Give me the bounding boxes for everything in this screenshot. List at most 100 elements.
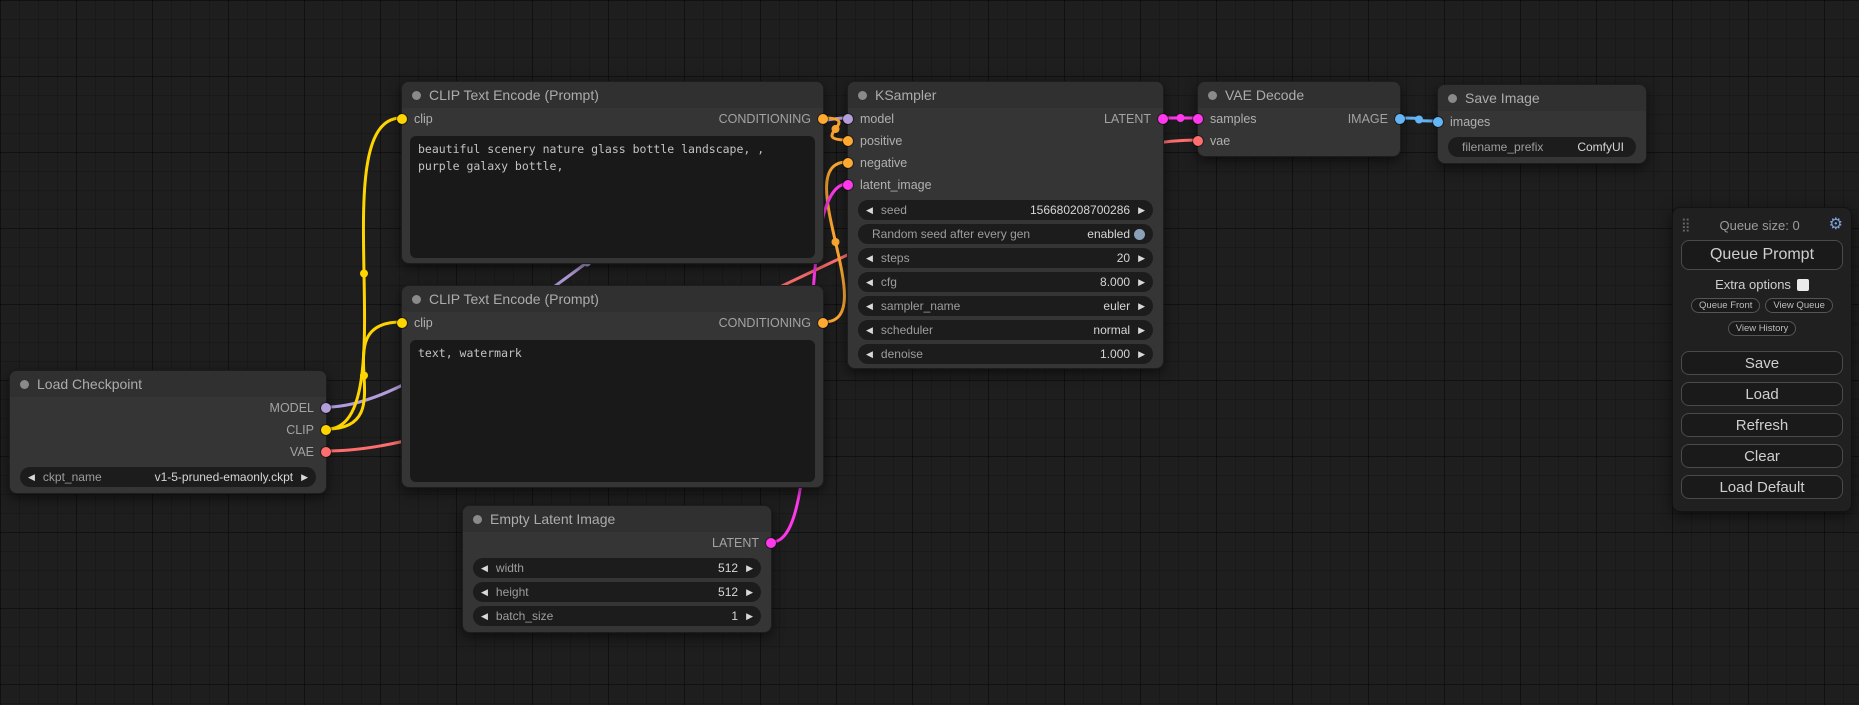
increment-arrow-icon[interactable]: ▶ xyxy=(1138,206,1145,215)
load-button[interactable]: Load xyxy=(1681,382,1843,406)
widget-label: Random seed after every gen xyxy=(872,227,1030,241)
increment-arrow-icon[interactable]: ▶ xyxy=(1138,278,1145,287)
input-port-negative[interactable] xyxy=(843,158,853,168)
widget-random-seed-toggle[interactable]: Random seed after every gen enabled xyxy=(858,224,1153,244)
input-port-model[interactable] xyxy=(843,114,853,124)
collapse-dot-icon[interactable] xyxy=(473,515,482,524)
widget-cfg[interactable]: ◀ cfg 8.000 ▶ xyxy=(858,272,1153,292)
refresh-button[interactable]: Refresh xyxy=(1681,413,1843,437)
node-title-bar[interactable]: VAE Decode xyxy=(1198,82,1400,108)
node-empty-latent-image[interactable]: Empty Latent Image LATENT ◀ width 512 ▶ … xyxy=(462,505,772,633)
increment-arrow-icon[interactable]: ▶ xyxy=(1138,254,1145,263)
prompt-textarea[interactable]: beautiful scenery nature glass bottle la… xyxy=(410,136,815,258)
toggle-dot-icon[interactable] xyxy=(1134,229,1145,240)
output-port-latent[interactable] xyxy=(1158,114,1168,124)
output-label: LATENT xyxy=(1104,112,1151,126)
widget-denoise[interactable]: ◀ denoise 1.000 ▶ xyxy=(858,344,1153,364)
port-row: samples IMAGE xyxy=(1198,108,1400,130)
node-load-checkpoint[interactable]: Load Checkpoint MODEL CLIP VAE ◀ ckpt_na… xyxy=(9,370,327,494)
increment-arrow-icon[interactable]: ▶ xyxy=(746,612,753,621)
input-port-positive[interactable] xyxy=(843,136,853,146)
input-port-samples[interactable] xyxy=(1193,114,1203,124)
increment-arrow-icon[interactable]: ▶ xyxy=(301,473,308,482)
widget-value: 1 xyxy=(731,609,738,623)
increment-arrow-icon[interactable]: ▶ xyxy=(1138,302,1145,311)
node-ksampler[interactable]: KSampler model LATENT positive negative … xyxy=(847,81,1164,369)
settings-gear-icon[interactable]: ⚙ xyxy=(1829,217,1843,233)
decrement-arrow-icon[interactable]: ◀ xyxy=(866,326,873,335)
widget-sampler-name[interactable]: ◀ sampler_name euler ▶ xyxy=(858,296,1153,316)
decrement-arrow-icon[interactable]: ◀ xyxy=(481,588,488,597)
output-port-conditioning[interactable] xyxy=(818,114,828,124)
widget-seed[interactable]: ◀ seed 156680208700286 ▶ xyxy=(858,200,1153,220)
widget-label: height xyxy=(496,585,529,599)
node-title-bar[interactable]: CLIP Text Encode (Prompt) xyxy=(402,286,823,312)
collapse-dot-icon[interactable] xyxy=(20,380,29,389)
decrement-arrow-icon[interactable]: ◀ xyxy=(866,278,873,287)
widget-ckpt-name[interactable]: ◀ ckpt_name v1-5-pruned-emaonly.ckpt ▶ xyxy=(20,467,316,487)
collapse-dot-icon[interactable] xyxy=(412,91,421,100)
increment-arrow-icon[interactable]: ▶ xyxy=(746,588,753,597)
increment-arrow-icon[interactable]: ▶ xyxy=(1138,350,1145,359)
node-title-bar[interactable]: Load Checkpoint xyxy=(10,371,326,397)
widget-value: ComfyUI xyxy=(1577,140,1624,154)
output-port-model[interactable] xyxy=(321,403,331,413)
input-port-vae[interactable] xyxy=(1193,136,1203,146)
output-label: MODEL xyxy=(270,401,314,415)
prompt-textarea[interactable]: text, watermark xyxy=(410,340,815,482)
node-title: CLIP Text Encode (Prompt) xyxy=(429,291,599,307)
decrement-arrow-icon[interactable]: ◀ xyxy=(866,206,873,215)
output-port-latent[interactable] xyxy=(766,538,776,548)
node-clip-text-encode-positive[interactable]: CLIP Text Encode (Prompt) clip CONDITION… xyxy=(401,81,824,264)
widget-batch-size[interactable]: ◀ batch_size 1 ▶ xyxy=(473,606,761,626)
widget-width[interactable]: ◀ width 512 ▶ xyxy=(473,558,761,578)
extra-options-checkbox[interactable] xyxy=(1797,279,1809,291)
queue-front-button[interactable]: Queue Front xyxy=(1691,298,1760,313)
output-port-clip[interactable] xyxy=(321,425,331,435)
link-midpoint-dot xyxy=(832,125,840,133)
drag-handle-icon[interactable]: ⣿ xyxy=(1681,217,1691,233)
node-canvas[interactable]: { "colors": { "canvas_bg": "#1e1e1e", "n… xyxy=(0,0,1859,705)
node-title-bar[interactable]: Save Image xyxy=(1438,85,1646,111)
queue-prompt-button[interactable]: Queue Prompt xyxy=(1681,240,1843,270)
save-button[interactable]: Save xyxy=(1681,351,1843,375)
node-save-image[interactable]: Save Image images filename_prefix ComfyU… xyxy=(1437,84,1647,164)
collapse-dot-icon[interactable] xyxy=(1208,91,1217,100)
increment-arrow-icon[interactable]: ▶ xyxy=(746,564,753,573)
node-title-bar[interactable]: Empty Latent Image xyxy=(463,506,771,532)
node-title-bar[interactable]: CLIP Text Encode (Prompt) xyxy=(402,82,823,108)
widget-steps[interactable]: ◀ steps 20 ▶ xyxy=(858,248,1153,268)
decrement-arrow-icon[interactable]: ◀ xyxy=(866,302,873,311)
node-vae-decode[interactable]: VAE Decode samples IMAGE vae xyxy=(1197,81,1401,157)
input-port-latent-image[interactable] xyxy=(843,180,853,190)
node-title-bar[interactable]: KSampler xyxy=(848,82,1163,108)
node-clip-text-encode-negative[interactable]: CLIP Text Encode (Prompt) clip CONDITION… xyxy=(401,285,824,488)
widget-height[interactable]: ◀ height 512 ▶ xyxy=(473,582,761,602)
decrement-arrow-icon[interactable]: ◀ xyxy=(28,473,35,482)
input-port-images[interactable] xyxy=(1433,117,1443,127)
decrement-arrow-icon[interactable]: ◀ xyxy=(866,350,873,359)
decrement-arrow-icon[interactable]: ◀ xyxy=(481,564,488,573)
clear-button[interactable]: Clear xyxy=(1681,444,1843,468)
output-port-image[interactable] xyxy=(1395,114,1405,124)
widget-filename-prefix[interactable]: filename_prefix ComfyUI xyxy=(1448,137,1636,157)
decrement-arrow-icon[interactable]: ◀ xyxy=(866,254,873,263)
widget-value: 8.000 xyxy=(1100,275,1130,289)
input-label: clip xyxy=(414,316,433,330)
input-port-clip[interactable] xyxy=(397,318,407,328)
node-title: Save Image xyxy=(1465,90,1540,106)
collapse-dot-icon[interactable] xyxy=(412,295,421,304)
input-port-clip[interactable] xyxy=(397,114,407,124)
output-port-vae[interactable] xyxy=(321,447,331,457)
collapse-dot-icon[interactable] xyxy=(858,91,867,100)
widget-scheduler[interactable]: ◀ scheduler normal ▶ xyxy=(858,320,1153,340)
view-queue-button[interactable]: View Queue xyxy=(1765,298,1833,313)
collapse-dot-icon[interactable] xyxy=(1448,94,1457,103)
decrement-arrow-icon[interactable]: ◀ xyxy=(481,612,488,621)
output-row: VAE xyxy=(10,441,326,463)
increment-arrow-icon[interactable]: ▶ xyxy=(1138,326,1145,335)
view-history-button[interactable]: View History xyxy=(1728,321,1797,336)
load-default-button[interactable]: Load Default xyxy=(1681,475,1843,499)
output-port-conditioning[interactable] xyxy=(818,318,828,328)
link-midpoint-dot xyxy=(360,372,368,380)
